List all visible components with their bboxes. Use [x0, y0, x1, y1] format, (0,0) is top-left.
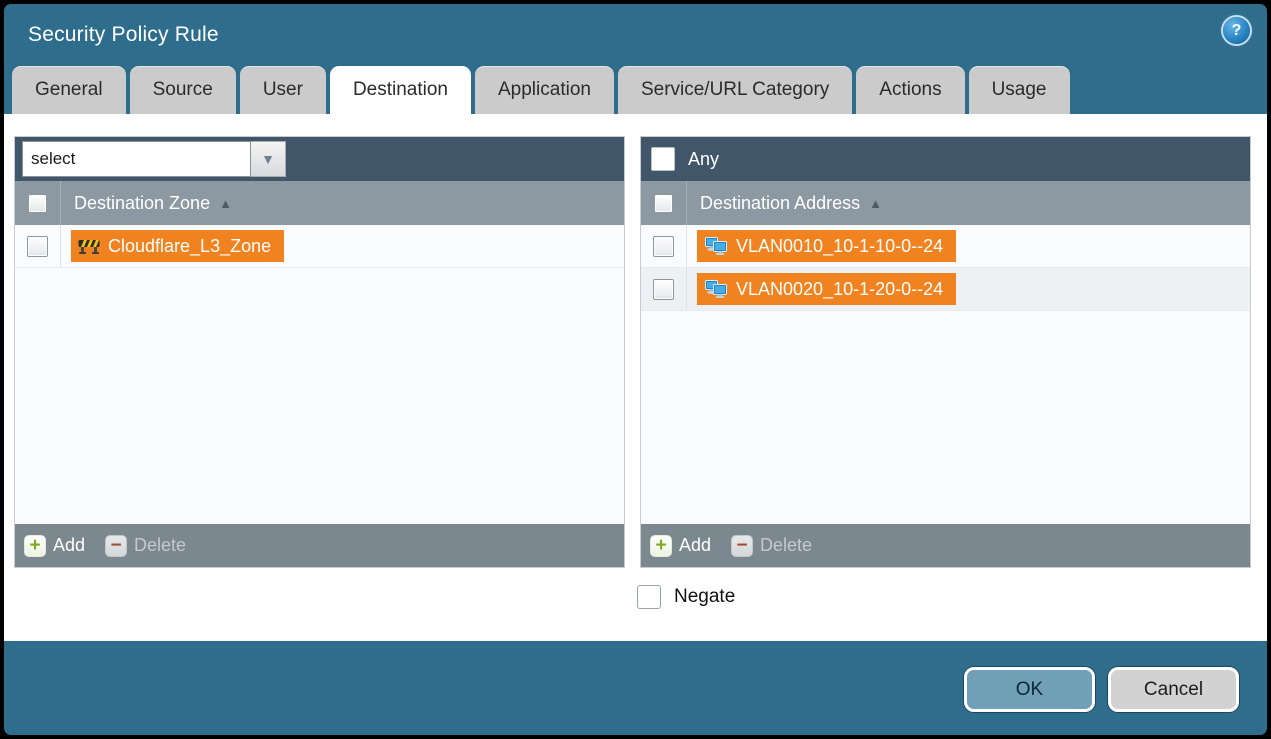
- security-policy-rule-dialog: Security Policy Rule ? General Source Us…: [4, 4, 1267, 735]
- delete-zone-button[interactable]: − Delete: [105, 535, 186, 557]
- zone-row-checkbox-cell: [15, 225, 61, 267]
- address-select-all-checkbox[interactable]: [654, 194, 673, 213]
- address-column-title[interactable]: Destination Address: [700, 193, 860, 214]
- tab-actions[interactable]: Actions: [856, 66, 964, 114]
- zone-row-cell: Cloudflare_L3_Zone: [71, 230, 284, 262]
- zone-row-checkbox[interactable]: [27, 236, 48, 257]
- zone-select-combo[interactable]: ▼: [22, 141, 286, 177]
- dialog-footer: OK Cancel: [4, 641, 1267, 735]
- zone-chip[interactable]: Cloudflare_L3_Zone: [71, 230, 284, 262]
- screen: { "window": { "title": "Security Policy …: [0, 0, 1271, 739]
- table-row: VLAN0010_10-1-10-0--24: [641, 225, 1250, 268]
- tab-application[interactable]: Application: [475, 66, 614, 114]
- address-row-checkbox[interactable]: [653, 236, 674, 257]
- delete-address-button[interactable]: − Delete: [731, 535, 812, 557]
- add-address-label: Add: [679, 535, 711, 556]
- address-row-checkbox[interactable]: [653, 279, 674, 300]
- delete-zone-label: Delete: [134, 535, 186, 556]
- add-icon: +: [24, 535, 46, 557]
- cancel-button[interactable]: Cancel: [1108, 667, 1239, 712]
- chevron-down-icon: ▼: [261, 152, 275, 166]
- tab-usage[interactable]: Usage: [969, 66, 1070, 114]
- address-name: VLAN0020_10-1-20-0--24: [736, 279, 943, 300]
- add-zone-label: Add: [53, 535, 85, 556]
- delete-icon: −: [731, 535, 753, 557]
- destination-tab-content: ▼ Destination Zone ▲: [4, 114, 1267, 641]
- address-list: VLAN0010_10-1-10-0--24: [641, 225, 1250, 524]
- address-row-checkbox-cell: [641, 225, 687, 267]
- tab-general[interactable]: General: [12, 66, 126, 114]
- any-label: Any: [688, 149, 719, 170]
- destination-address-panel: Any Destination Address ▲: [640, 136, 1251, 568]
- delete-icon: −: [105, 535, 127, 557]
- table-row: VLAN0020_10-1-20-0--24: [641, 268, 1250, 311]
- sort-ascending-icon[interactable]: ▲: [219, 196, 232, 211]
- zone-name: Cloudflare_L3_Zone: [108, 236, 271, 257]
- tab-bar: General Source User Destination Applicat…: [4, 66, 1267, 114]
- address-chip[interactable]: VLAN0020_10-1-20-0--24: [697, 273, 956, 305]
- tab-service-url-category[interactable]: Service/URL Category: [618, 66, 852, 114]
- panels-container: ▼ Destination Zone ▲: [14, 136, 1251, 568]
- tab-destination[interactable]: Destination: [330, 66, 471, 114]
- zone-list: Cloudflare_L3_Zone: [15, 225, 624, 524]
- zone-column-title[interactable]: Destination Zone: [74, 193, 210, 214]
- address-row-checkbox-cell: [641, 268, 687, 310]
- negate-label: Negate: [674, 586, 735, 608]
- tab-user[interactable]: User: [240, 66, 326, 114]
- add-icon: +: [650, 535, 672, 557]
- table-row: Cloudflare_L3_Zone: [15, 225, 624, 268]
- negate-checkbox[interactable]: [637, 585, 661, 609]
- address-row-cell: VLAN0010_10-1-10-0--24: [697, 230, 956, 262]
- zone-icon: [78, 238, 100, 254]
- any-checkbox[interactable]: [651, 147, 675, 171]
- add-address-button[interactable]: + Add: [650, 535, 711, 557]
- sort-ascending-icon[interactable]: ▲: [869, 196, 882, 211]
- zone-panel-toolbar: ▼: [15, 137, 624, 181]
- address-panel-footer: + Add − Delete: [641, 524, 1250, 567]
- network-address-icon: [704, 280, 728, 298]
- address-header-checkbox-cell: [641, 181, 687, 225]
- delete-address-label: Delete: [760, 535, 812, 556]
- zone-header-checkbox-cell: [15, 181, 61, 225]
- destination-zone-panel: ▼ Destination Zone ▲: [14, 136, 625, 568]
- zone-select-dropdown-button[interactable]: ▼: [251, 141, 286, 177]
- address-name: VLAN0010_10-1-10-0--24: [736, 236, 943, 257]
- zone-panel-footer: + Add − Delete: [15, 524, 624, 567]
- add-zone-button[interactable]: + Add: [24, 535, 85, 557]
- ok-button[interactable]: OK: [964, 667, 1095, 712]
- zone-select-all-checkbox[interactable]: [28, 194, 47, 213]
- zone-select-input[interactable]: [22, 141, 251, 177]
- address-row-cell: VLAN0020_10-1-20-0--24: [697, 273, 956, 305]
- network-address-icon: [704, 237, 728, 255]
- address-column-header: Destination Address ▲: [641, 181, 1250, 225]
- dialog-title: Security Policy Rule: [28, 23, 219, 47]
- negate-row: Negate: [637, 585, 1267, 609]
- dialog-titlebar: Security Policy Rule ?: [4, 4, 1267, 66]
- address-panel-toolbar: Any: [641, 137, 1250, 181]
- address-chip[interactable]: VLAN0010_10-1-10-0--24: [697, 230, 956, 262]
- zone-column-header: Destination Zone ▲: [15, 181, 624, 225]
- help-icon[interactable]: ?: [1223, 17, 1250, 44]
- tab-source[interactable]: Source: [130, 66, 236, 114]
